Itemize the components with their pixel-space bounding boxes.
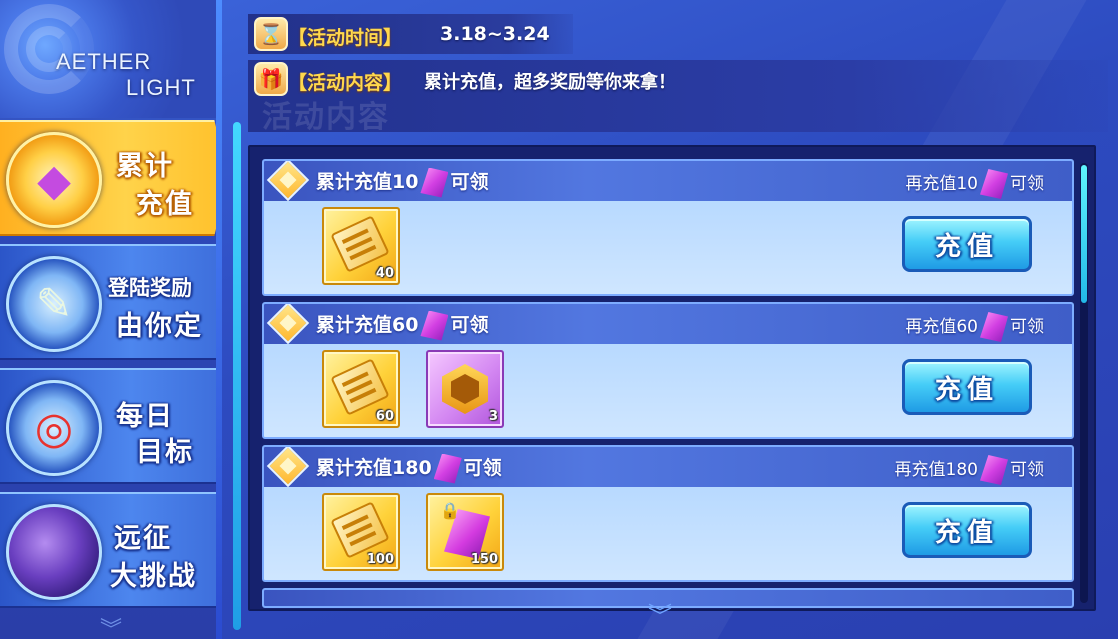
tab-label-line2: 目标 — [136, 437, 194, 468]
sidebar: AETHER LIGHT ◆ 累计 充值 ✎ 登陆奖励 由你定 ◎ 每日 目标 … — [0, 0, 228, 639]
activity-time-value: 3.18~3.24 — [440, 23, 550, 45]
recharge-button[interactable]: 充值 — [902, 502, 1032, 558]
reward-item-hex-badge[interactable]: 3 — [426, 350, 504, 428]
ticket-icon — [330, 215, 390, 273]
reward-title: 累计充值60 可领 — [316, 310, 488, 341]
remaining-suffix: 可领 — [1010, 317, 1044, 337]
sidebar-tab-expedition[interactable]: 远征 大挑战 — [0, 492, 218, 608]
remaining-suffix: 可领 — [1010, 174, 1044, 194]
tab-label-line2: 充值 — [136, 189, 194, 220]
reward-list-scroll-thumb[interactable] — [1081, 165, 1087, 303]
item-quantity: 3 — [488, 409, 498, 424]
sidebar-scrollbar[interactable] — [233, 122, 241, 630]
purple-gem-icon — [420, 167, 449, 198]
item-quantity: 100 — [366, 552, 394, 567]
remaining-text: 再充值10 — [905, 174, 978, 194]
remaining-text: 再充值180 — [894, 460, 978, 480]
gem-chest-icon: ◆ — [6, 132, 102, 228]
reward-title-text: 累计充值10 — [316, 171, 419, 193]
remaining-text: 再充值60 — [905, 317, 978, 337]
sidebar-tab-daily-goal[interactable]: ◎ 每日 目标 — [0, 368, 218, 484]
target-dart-icon: ◎ — [6, 380, 102, 476]
activity-content-value: 累计充值，超多奖励等你来拿！ — [424, 72, 676, 93]
recharge-button[interactable]: 充值 — [902, 216, 1032, 272]
ticket-icon — [330, 358, 390, 416]
sidebar-tab-cumulative-recharge[interactable]: ◆ 累计 充值 — [0, 120, 228, 236]
remaining-suffix: 可领 — [1010, 460, 1044, 480]
diamond-bullet-icon — [266, 161, 310, 202]
reward-title-suffix: 可领 — [450, 314, 489, 336]
hourglass-icon: ⌛ — [254, 17, 288, 51]
reward-item-ticket[interactable]: 60 — [322, 350, 400, 428]
reward-card-header: 累计充值180 可领 再充值180 可领 — [264, 447, 1072, 488]
ghost-watermark-title: 活动内容 — [262, 100, 390, 135]
logo-text-line1: AETHER — [56, 49, 152, 74]
purple-gem-icon — [980, 169, 1008, 199]
tab-label-line1: 登陆奖励 — [108, 276, 192, 300]
activity-content-label: 【活动内容】 — [288, 72, 403, 94]
remaining-recharge: 再充值180 可领 — [895, 455, 1044, 485]
sidebar-tab-login-reward[interactable]: ✎ 登陆奖励 由你定 — [0, 244, 218, 360]
tab-label-line1: 累计 — [116, 151, 174, 182]
remaining-recharge: 再充值60 可领 — [905, 312, 1044, 342]
reward-item-locked-gem[interactable]: 🔒 150 — [426, 493, 504, 571]
reward-card-header: 累计充值60 可领 再充值60 可领 — [264, 304, 1072, 345]
tab-label-line2: 大挑战 — [110, 561, 197, 592]
diamond-bullet-icon — [266, 447, 310, 488]
diamond-bullet-icon — [266, 304, 310, 345]
purple-gem-icon — [980, 455, 1008, 485]
list-scroll-down-icon[interactable]: ︾ — [648, 596, 672, 631]
purple-gem-icon — [420, 310, 449, 341]
logo-text-line2: LIGHT — [126, 75, 196, 100]
reward-item-ticket[interactable]: 40 — [322, 207, 400, 285]
hex-badge-icon — [442, 364, 488, 414]
reward-item-ticket[interactable]: 100 — [322, 493, 400, 571]
tab-label-line1: 每日 — [116, 401, 174, 432]
recharge-button[interactable]: 充值 — [902, 359, 1032, 415]
tab-label-line2: 由你定 — [116, 311, 203, 342]
ticket-icon — [330, 501, 390, 559]
purple-gem-icon — [980, 312, 1008, 342]
reward-card: 累计充值60 可领 再充值60 可领 60 3 充值 — [262, 302, 1074, 439]
gift-box-icon: 🎁 — [254, 62, 288, 96]
reward-title: 累计充值10 可领 — [316, 167, 488, 198]
remaining-recharge: 再充值10 可领 — [905, 169, 1044, 199]
reward-title-suffix: 可领 — [463, 457, 502, 479]
reward-card: 累计充值10 可领 再充值10 可领 40 充值 — [262, 159, 1074, 296]
reward-title-text: 累计充值60 — [316, 314, 419, 336]
item-quantity: 60 — [375, 409, 394, 424]
calendar-checklist-icon: ✎ — [6, 256, 102, 352]
planet-icon — [6, 504, 102, 600]
tab-label-line1: 远征 — [114, 523, 172, 554]
item-quantity: 40 — [375, 266, 394, 281]
reward-title-text: 累计充值180 — [316, 457, 432, 479]
item-quantity: 150 — [470, 552, 498, 567]
lock-icon: 🔒 — [440, 501, 460, 520]
purple-gem-icon — [433, 453, 462, 484]
activity-time-label: 【活动时间】 — [288, 27, 403, 49]
game-logo: AETHER LIGHT — [0, 0, 222, 118]
reward-card-header: 累计充值10 可领 再充值10 可领 — [264, 161, 1072, 202]
sidebar-scroll-down-icon[interactable]: ︾ — [100, 612, 122, 639]
reward-title-suffix: 可领 — [450, 171, 489, 193]
reward-title: 累计充值180 可领 — [316, 453, 502, 484]
reward-card: 累计充值180 可领 再充值180 可领 100 🔒 150 充值 — [262, 445, 1074, 582]
